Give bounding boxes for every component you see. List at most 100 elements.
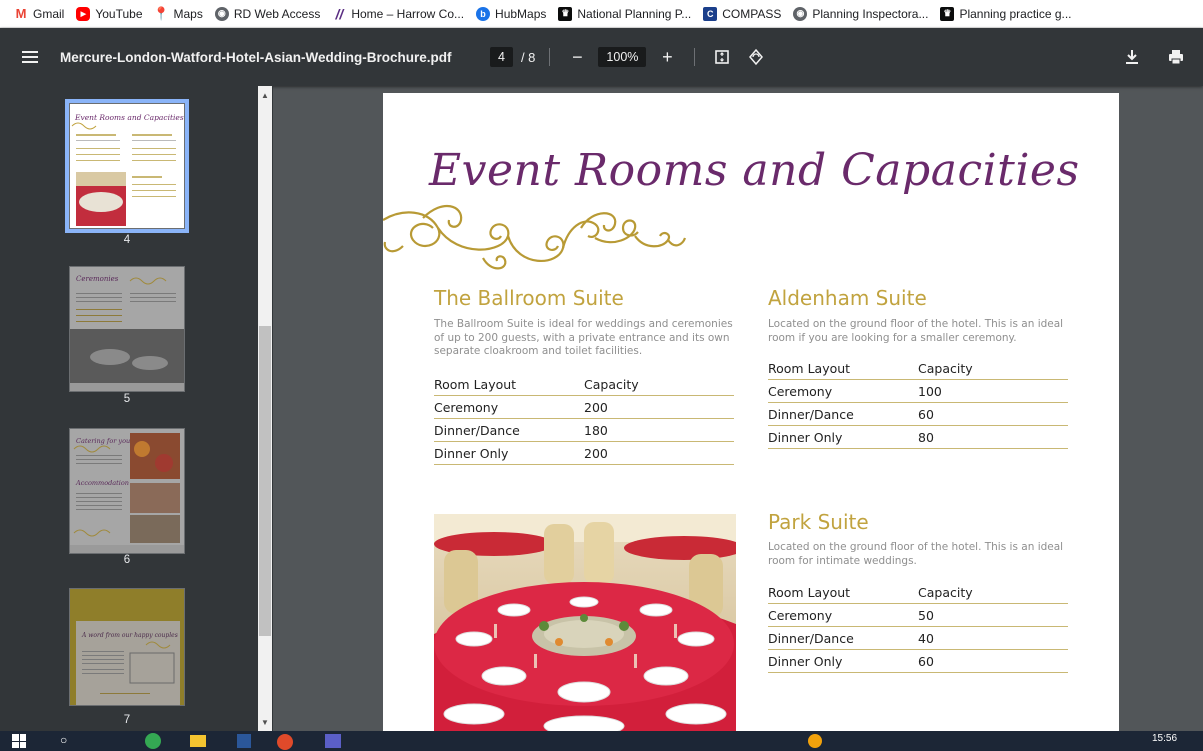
bookmark-label: YouTube bbox=[95, 6, 143, 21]
capacity-cell: 40 bbox=[918, 626, 1068, 650]
capacity-cell: 60 bbox=[918, 649, 1068, 673]
thumbnail-page-6[interactable]: Catering for you Accommodation bbox=[69, 428, 185, 554]
page-number-input[interactable]: 4 bbox=[490, 47, 513, 67]
app-icon[interactable] bbox=[277, 734, 293, 750]
bookmark-national-planning[interactable]: ♛ National Planning P... bbox=[552, 3, 697, 25]
table-row: Ceremony 100 bbox=[768, 379, 1068, 403]
room-layout-cell: Dinner/Dance bbox=[768, 402, 918, 426]
column-header-layout: Room Layout bbox=[434, 373, 584, 396]
hamburger-icon bbox=[22, 51, 38, 63]
room-layout-cell: Dinner/Dance bbox=[768, 626, 918, 650]
capacity-cell: 60 bbox=[918, 402, 1068, 426]
windows-taskbar: ○ 15:56 bbox=[0, 731, 1203, 751]
aldenham-suite-description: Located on the ground floor of the hotel… bbox=[768, 318, 1063, 345]
desc-line: Located on the ground floor of the hotel… bbox=[768, 318, 1064, 330]
bookmark-planning-practice[interactable]: ♛ Planning practice g... bbox=[934, 3, 1077, 25]
desc-line: room if you are looking for a smaller ce… bbox=[768, 331, 1017, 344]
thumbnail-page-4-preview: Event Rooms and Capacities bbox=[70, 104, 184, 228]
bookmark-planning-inspectorate[interactable]: ◉ Planning Inspectora... bbox=[787, 3, 934, 25]
download-icon bbox=[1126, 50, 1138, 64]
bookmark-label: Planning practice g... bbox=[959, 6, 1072, 21]
chrome-icon[interactable] bbox=[145, 733, 161, 749]
hubmaps-icon: b bbox=[476, 6, 491, 21]
bookmark-compass[interactable]: C COMPASS bbox=[697, 3, 787, 25]
table-row: Dinner/Dance 180 bbox=[434, 418, 734, 442]
print-button[interactable] bbox=[1163, 44, 1189, 70]
pdf-page-4: Event Rooms and Capacities The Ballroom … bbox=[383, 93, 1119, 738]
fit-page-button[interactable] bbox=[709, 44, 735, 70]
capacity-cell: 180 bbox=[584, 418, 734, 442]
room-layout-cell: Dinner/Dance bbox=[434, 418, 584, 442]
youtube-icon: ▶ bbox=[76, 6, 91, 21]
table-row: Dinner Only 80 bbox=[768, 425, 1068, 449]
rotate-button[interactable] bbox=[743, 44, 769, 70]
clock[interactable]: 15:56 bbox=[1152, 733, 1177, 744]
thumbnail-page-5[interactable]: Ceremonies bbox=[69, 266, 185, 392]
bookmark-gmail[interactable]: M Gmail bbox=[8, 3, 70, 25]
weather-icon[interactable] bbox=[808, 734, 822, 748]
thumbnail-page-7-preview: A word from our happy couples bbox=[70, 589, 184, 705]
bookmark-label: Maps bbox=[173, 6, 203, 21]
bookmark-rd-web-access[interactable]: ◉ RD Web Access bbox=[209, 3, 326, 25]
thumb-heading: Catering for you bbox=[76, 437, 130, 445]
teams-icon[interactable] bbox=[325, 734, 341, 748]
document-title: Mercure-London-Watford-Hotel-Asian-Weddi… bbox=[60, 49, 452, 65]
bookmark-label: Gmail bbox=[33, 6, 65, 21]
bookmark-label: Home – Harrow Co... bbox=[351, 6, 465, 21]
table-header-row: Room Layout Capacity bbox=[768, 357, 1068, 380]
folder-icon[interactable] bbox=[190, 735, 206, 747]
bookmark-label: National Planning P... bbox=[577, 6, 692, 21]
maps-icon: 📍 bbox=[153, 5, 170, 21]
download-button[interactable] bbox=[1119, 44, 1145, 70]
govuk-icon: ♛ bbox=[558, 6, 573, 21]
thumb-heading: Event Rooms and Capacities bbox=[74, 113, 184, 122]
bookmarks-bar: M Gmail ▶ YouTube 📍 Maps ◉ RD Web Access… bbox=[0, 0, 1203, 28]
thumb-heading: A word from our happy couples bbox=[81, 632, 178, 639]
thumb-heading: Accommodation bbox=[75, 479, 129, 487]
capacity-cell: 80 bbox=[918, 425, 1068, 449]
capacity-cell: 200 bbox=[584, 395, 734, 419]
room-layout-cell: Ceremony bbox=[434, 395, 584, 419]
column-header-layout: Room Layout bbox=[768, 357, 918, 380]
bookmark-maps[interactable]: 📍 Maps bbox=[149, 3, 209, 25]
toolbar-divider bbox=[694, 48, 696, 66]
thumbnail-page-4[interactable]: Event Rooms and Capacities bbox=[65, 99, 189, 233]
thumbnail-page-7[interactable]: A word from our happy couples bbox=[69, 588, 185, 706]
scroll-down-arrow[interactable]: ▼ bbox=[258, 715, 272, 729]
search-icon[interactable]: ○ bbox=[60, 733, 67, 747]
aldenham-suite-title: Aldenham Suite bbox=[768, 286, 927, 310]
thumbnail-page-5-preview: Ceremonies bbox=[70, 267, 184, 383]
zoom-level-input[interactable]: 100% bbox=[598, 47, 647, 67]
thumb-heading: Ceremonies bbox=[76, 275, 119, 283]
thumbnail-page-6-label: 6 bbox=[123, 554, 131, 566]
pdf-toolbar: Mercure-London-Watford-Hotel-Asian-Weddi… bbox=[0, 28, 1203, 86]
column-header-capacity: Capacity bbox=[584, 373, 734, 396]
room-layout-cell: Dinner Only bbox=[768, 425, 918, 449]
capacity-cell: 200 bbox=[584, 441, 734, 465]
table-row: Ceremony 50 bbox=[768, 603, 1068, 627]
thumbnail-page-4-label: 4 bbox=[123, 234, 131, 246]
bookmark-harrow[interactable]: // Home – Harrow Co... bbox=[326, 3, 470, 25]
park-suite-description: Located on the ground floor of the hotel… bbox=[768, 541, 1063, 568]
table-row: Dinner/Dance 40 bbox=[768, 626, 1068, 650]
sidebar-scrollbar-thumb[interactable] bbox=[259, 326, 271, 636]
bookmark-label: RD Web Access bbox=[233, 6, 321, 21]
room-layout-cell: Ceremony bbox=[768, 379, 918, 403]
menu-button[interactable] bbox=[0, 28, 60, 86]
zoom-in-button[interactable]: + bbox=[654, 44, 680, 70]
banquet-table-photo bbox=[434, 514, 736, 738]
bookmark-label: HubMaps bbox=[495, 6, 547, 21]
thumbnail-sidebar: Event Rooms and Capacities 4 Ceremonies … bbox=[0, 86, 273, 731]
ballroom-suite-title: The Ballroom Suite bbox=[434, 286, 624, 310]
table-row: Dinner Only 60 bbox=[768, 649, 1068, 673]
capacity-cell: 50 bbox=[918, 603, 1068, 627]
fit-page-icon bbox=[715, 50, 730, 64]
desc-line: of up to 200 guests, with a private entr… bbox=[434, 331, 730, 344]
zoom-out-button[interactable]: − bbox=[564, 44, 590, 70]
word-icon[interactable] bbox=[237, 734, 251, 748]
bookmark-hubmaps[interactable]: b HubMaps bbox=[470, 3, 552, 25]
bookmark-youtube[interactable]: ▶ YouTube bbox=[70, 3, 148, 25]
thumbnail-page-5-label: 5 bbox=[123, 393, 131, 405]
start-icon[interactable] bbox=[12, 734, 26, 748]
scroll-up-arrow[interactable]: ▲ bbox=[258, 88, 272, 102]
